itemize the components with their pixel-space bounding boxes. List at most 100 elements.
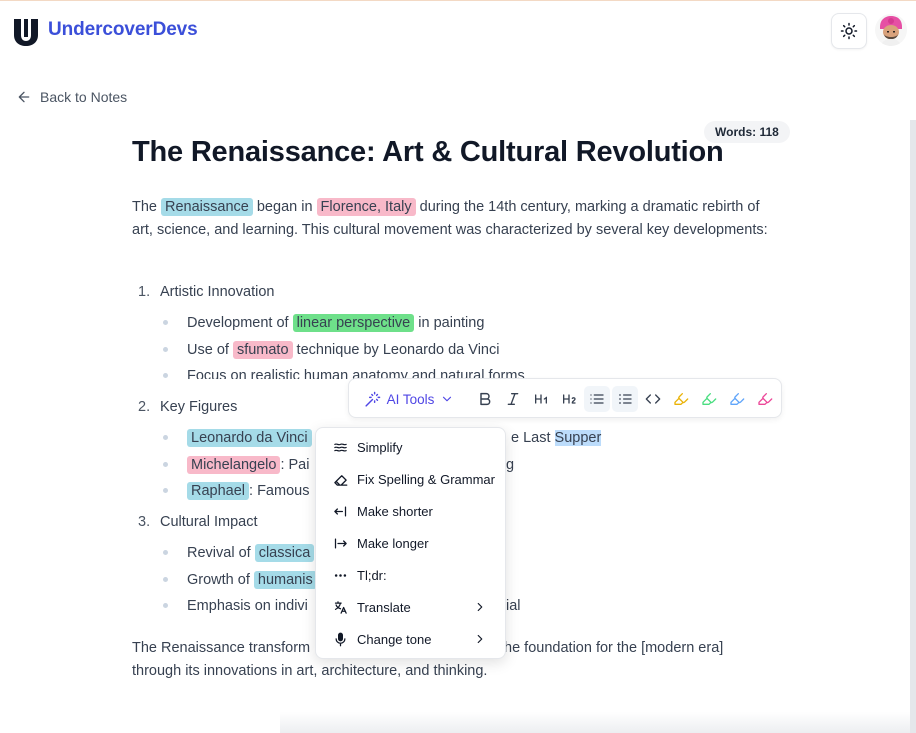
languages-icon xyxy=(334,600,347,614)
menu-item-label: Change tone xyxy=(357,631,432,647)
eraser-icon xyxy=(333,474,347,486)
text-run: Emphasis on indivi xyxy=(187,598,308,614)
note-title[interactable]: The Renaissance: Art & Cultural Revoluti… xyxy=(132,136,724,169)
brand-name[interactable]: UndercoverDevs xyxy=(48,19,198,41)
text-run: began in xyxy=(252,199,317,215)
list-item[interactable]: Revival of classica xyxy=(163,544,315,562)
highlight-blue-button[interactable] xyxy=(724,386,750,412)
magic-wand-icon xyxy=(365,391,380,407)
menu-item-make-shorter[interactable]: Make shorter xyxy=(316,496,505,526)
list-item[interactable]: Growth of humanis xyxy=(163,571,317,589)
list-item[interactable]: Development of linear perspective in pai… xyxy=(163,314,485,332)
heading-1-icon xyxy=(535,394,547,404)
arrow-left-to-line-icon xyxy=(333,506,346,516)
list-heading[interactable]: Artistic Innovation xyxy=(160,284,274,300)
logo[interactable] xyxy=(12,16,40,46)
back-label: Back to Notes xyxy=(40,89,128,105)
text-run: : Famous xyxy=(249,483,310,499)
list-item[interactable]: Raphael: Famous xyxy=(163,482,310,500)
list-heading[interactable]: Cultural Impact xyxy=(160,514,258,530)
intro-paragraph[interactable]: The Renaissance began in Florence, Italy… xyxy=(132,196,782,242)
bullet xyxy=(163,319,168,325)
code-icon xyxy=(645,394,661,404)
highlighter-pink-icon xyxy=(758,393,773,405)
highlight-pink: sfumato xyxy=(232,341,293,359)
highlighter-blue-icon xyxy=(730,393,745,405)
heading-1-button[interactable] xyxy=(528,386,554,412)
heading-2-button[interactable] xyxy=(556,386,582,412)
highlight-blue: Raphael xyxy=(187,482,250,500)
formatting-toolbar: AI Tools xyxy=(348,378,782,418)
italic-button[interactable] xyxy=(500,386,526,412)
avatar-icon xyxy=(875,14,907,46)
text-run: Revival of xyxy=(187,545,255,561)
menu-item-label: Make longer xyxy=(357,535,429,551)
text-run: : Pai xyxy=(280,457,310,473)
closing-paragraph-line-1-tail[interactable]: the foundation for the [modern era] xyxy=(500,637,780,660)
code-button[interactable] xyxy=(640,386,666,412)
bullet xyxy=(163,372,168,378)
list-number: 2. xyxy=(138,399,151,415)
list-item-tail[interactable]: e Last Supper xyxy=(511,430,602,446)
menu-item-label: Translate xyxy=(357,599,411,615)
bullet xyxy=(163,346,168,352)
sun-icon xyxy=(840,22,858,40)
menu-item-translate[interactable]: Translate xyxy=(316,592,505,622)
highlight-pink-button[interactable] xyxy=(752,386,778,412)
list-item[interactable]: Michelangelo: Pai xyxy=(163,456,310,474)
theme-toggle-button[interactable] xyxy=(831,13,867,49)
list-number: 1. xyxy=(138,284,151,300)
highlight-yellow-button[interactable] xyxy=(668,386,694,412)
user-avatar[interactable] xyxy=(875,14,907,46)
bullet-list-button[interactable] xyxy=(584,386,610,412)
menu-item-tldr[interactable]: Tl;dr: xyxy=(316,560,505,590)
chevron-right-icon xyxy=(477,602,483,612)
text-run: The xyxy=(132,199,162,215)
bullet xyxy=(163,549,168,555)
menu-item-change-tone[interactable]: Change tone xyxy=(316,624,505,654)
bullet xyxy=(163,602,168,608)
highlight-blue: Leonardo da Vinci xyxy=(187,429,312,447)
list-item[interactable]: Emphasis on indivi xyxy=(163,598,308,614)
list-heading[interactable]: Key Figures xyxy=(160,399,237,415)
bold-button[interactable] xyxy=(472,386,498,412)
waves-icon xyxy=(333,442,347,452)
highlight-green: linear perspective xyxy=(292,314,415,332)
bold-icon xyxy=(480,392,491,406)
back-to-notes-link[interactable]: Back to Notes xyxy=(16,89,127,105)
text-run: Development of xyxy=(187,315,293,331)
list-item[interactable]: Use of sfumato technique by Leonardo da … xyxy=(163,341,499,359)
menu-item-label: Make shorter xyxy=(357,503,433,519)
list-item[interactable]: Leonardo da Vinci xyxy=(163,429,312,447)
ai-tools-button[interactable]: AI Tools xyxy=(361,386,457,412)
highlighter-yellow-icon xyxy=(674,393,689,405)
text-run: in painting xyxy=(414,315,485,331)
bullet-list-icon xyxy=(590,394,604,404)
highlight-green-button[interactable] xyxy=(696,386,722,412)
ai-tools-menu: Simplify Fix Spelling & Grammar Make sho… xyxy=(315,427,506,659)
highlighter-green-icon xyxy=(702,393,717,405)
list-number: 3. xyxy=(138,514,151,530)
highlight-pink: Michelangelo xyxy=(187,456,281,474)
ordered-list-icon xyxy=(619,394,632,404)
ordered-list-button[interactable] xyxy=(612,386,638,412)
list-item-tail: g xyxy=(506,457,515,473)
highlight-blue: humanis xyxy=(253,571,317,589)
top-border xyxy=(0,0,916,1)
logo-icon xyxy=(14,19,38,46)
scrollbar-track[interactable] xyxy=(910,120,916,733)
arrow-left-icon xyxy=(18,91,30,103)
menu-item-make-longer[interactable]: Make longer xyxy=(316,528,505,558)
highlight-blue: Renaissance xyxy=(161,198,253,216)
closing-paragraph-line-2[interactable]: through its innovations in art, architec… xyxy=(132,660,782,683)
arrow-right-from-line-icon xyxy=(334,538,347,548)
text-run: Use of xyxy=(187,342,233,358)
menu-item-label: Tl;dr: xyxy=(357,567,387,583)
mic-icon xyxy=(335,632,345,646)
text-run: e Last xyxy=(511,430,555,446)
text-selection: Supper xyxy=(554,430,602,446)
menu-item-simplify[interactable]: Simplify xyxy=(316,432,505,462)
menu-item-fix-spelling[interactable]: Fix Spelling & Grammar xyxy=(316,464,505,494)
menu-item-label: Simplify xyxy=(357,439,403,455)
ellipsis-icon xyxy=(334,573,346,577)
